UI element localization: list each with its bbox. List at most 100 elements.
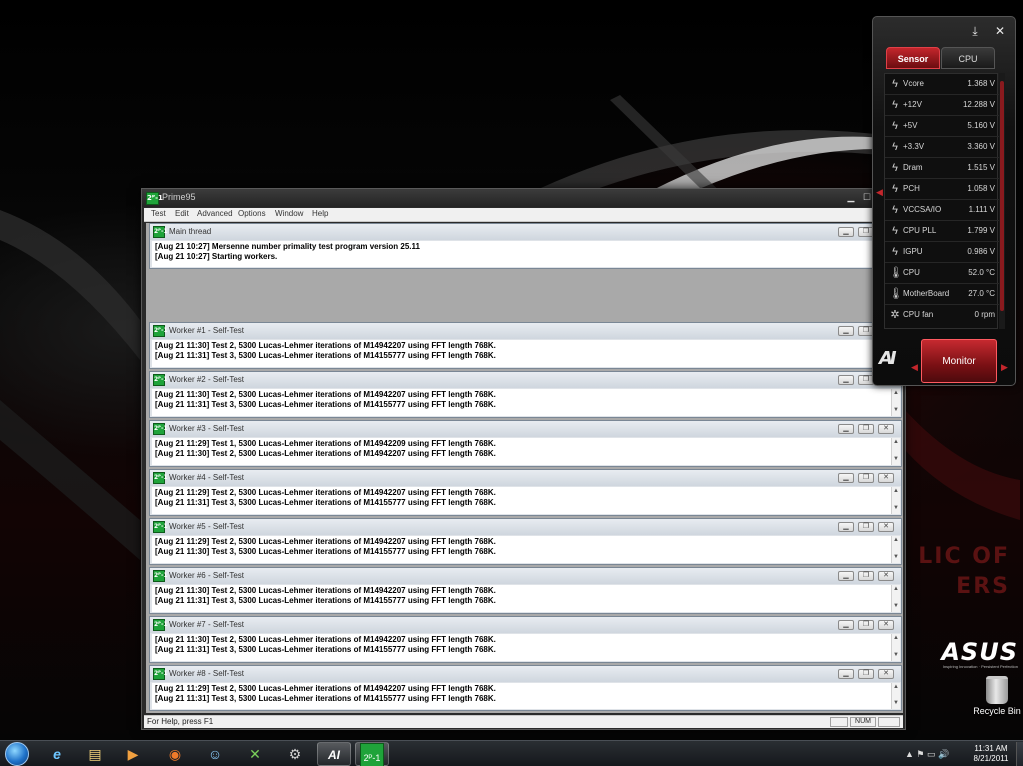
taskbar-prime95-icon[interactable]: 2ᴾ-1: [355, 742, 389, 766]
prime95-titlebar[interactable]: 2ᴾ-1 Prime95 ▁ ☐: [142, 189, 905, 207]
scroll-down-icon[interactable]: ▼: [892, 651, 900, 660]
child-close-button[interactable]: ✕: [878, 669, 894, 679]
child-close-button[interactable]: ✕: [878, 571, 894, 581]
sensor-row-cpu-pll[interactable]: ϟ CPU PLL 1.799 V: [885, 221, 999, 242]
child-titlebar[interactable]: 2ᴾ-1 Worker #1 - Self-Test ▁ ❐: [150, 323, 901, 339]
menu-edit[interactable]: Edit: [175, 209, 189, 218]
scroll-up-icon[interactable]: ▲: [892, 634, 900, 643]
taskbar-media-player-icon[interactable]: ▶: [116, 742, 150, 766]
scroll-up-icon[interactable]: ▲: [892, 585, 900, 594]
child-maximize-button[interactable]: ❐: [858, 669, 874, 679]
taskbar-explorer-icon[interactable]: ▤: [78, 742, 112, 766]
scroll-up-icon[interactable]: ▲: [892, 536, 900, 545]
scroll-up-icon[interactable]: ▲: [892, 683, 900, 692]
vertical-scrollbar[interactable]: ▲ ▼: [891, 536, 900, 563]
child-titlebar[interactable]: 2ᴾ-1 Worker #3 - Self-Test ▁ ❐ ✕: [150, 421, 901, 437]
worker-3-window: 2ᴾ-1 Worker #3 - Self-Test ▁ ❐ ✕ [Aug 21…: [149, 420, 902, 467]
child-minimize-button[interactable]: ▁: [838, 326, 854, 336]
system-tray[interactable]: ▲ ⚑ ▭ 🔊: [905, 745, 967, 763]
scroll-up-icon[interactable]: ▲: [892, 389, 900, 398]
sensor-scrollbar[interactable]: [999, 73, 1005, 329]
child-titlebar[interactable]: 2ᴾ-1 Worker #7 - Self-Test ▁ ❐ ✕: [150, 617, 901, 633]
next-arrow-icon[interactable]: ▶: [1001, 362, 1008, 373]
download-icon[interactable]: ⤓: [967, 23, 983, 39]
sensor-row-12v[interactable]: ϟ +12V 12.288 V: [885, 95, 999, 116]
start-button[interactable]: [5, 742, 29, 766]
sensor-row-cpu-temp[interactable]: 🌡 CPU 52.0 °C: [885, 263, 999, 284]
tab-cpu[interactable]: CPU: [941, 47, 995, 69]
prime95-window: 2ᴾ-1 Prime95 ▁ ☐ Test Edit Advanced Opti…: [141, 188, 906, 730]
child-minimize-button[interactable]: ▁: [838, 473, 854, 483]
ai-suite-logo: AI: [879, 348, 897, 369]
taskbar-steam-icon[interactable]: ⚙: [278, 742, 312, 766]
taskbar-clock[interactable]: 11:31 AM 8/21/2011: [968, 744, 1014, 764]
child-maximize-button[interactable]: ❐: [858, 571, 874, 581]
thermometer-icon: 🌡: [889, 267, 903, 279]
sensor-row-5v[interactable]: ϟ +5V 5.160 V: [885, 116, 999, 137]
sensor-row-pch[interactable]: ϟ PCH 1.058 V: [885, 179, 999, 200]
scroll-down-icon[interactable]: ▼: [892, 602, 900, 611]
scroll-down-icon[interactable]: ▼: [892, 553, 900, 562]
child-minimize-button[interactable]: ▁: [838, 375, 854, 385]
scroll-up-icon[interactable]: ▲: [892, 438, 900, 447]
sensor-row-dram[interactable]: ϟ Dram 1.515 V: [885, 158, 999, 179]
child-minimize-button[interactable]: ▁: [838, 227, 854, 237]
vertical-scrollbar[interactable]: ▲ ▼: [891, 389, 900, 416]
recycle-bin-shortcut[interactable]: Recycle Bin: [972, 676, 1022, 716]
vertical-scrollbar[interactable]: ▲ ▼: [891, 634, 900, 661]
child-maximize-button[interactable]: ❐: [858, 473, 874, 483]
child-maximize-button[interactable]: ❐: [858, 424, 874, 434]
sensor-row-vccsa[interactable]: ϟ VCCSA/IO 1.111 V: [885, 200, 999, 221]
close-icon[interactable]: ✕: [992, 23, 1008, 39]
sensor-row-cpu-fan[interactable]: ✲ CPU fan 0 rpm: [885, 305, 999, 326]
vertical-scrollbar[interactable]: ▲ ▼: [891, 438, 900, 465]
child-titlebar[interactable]: 2ᴾ-1 Worker #8 - Self-Test ▁ ❐ ✕: [150, 666, 901, 682]
menu-help[interactable]: Help: [312, 209, 328, 218]
child-minimize-button[interactable]: ▁: [838, 571, 854, 581]
taskbar-firefox-icon[interactable]: ◉: [158, 742, 192, 766]
taskbar-ie-icon[interactable]: e: [40, 742, 74, 766]
scroll-down-icon[interactable]: ▼: [892, 455, 900, 464]
taskbar-messenger-icon[interactable]: ☺: [198, 742, 232, 766]
scroll-down-icon[interactable]: ▼: [892, 406, 900, 415]
show-desktop-button[interactable]: [1016, 742, 1023, 766]
lightning-icon: ϟ: [892, 99, 898, 111]
vertical-scrollbar[interactable]: ▲ ▼: [891, 683, 900, 709]
child-maximize-button[interactable]: ❐: [858, 620, 874, 630]
sensor-row-motherboard-temp[interactable]: 🌡 MotherBoard 27.0 °C: [885, 284, 999, 305]
child-close-button[interactable]: ✕: [878, 620, 894, 630]
sensor-row-vcore[interactable]: ϟ Vcore 1.368 V: [885, 74, 999, 95]
child-titlebar[interactable]: 2ᴾ-1 Worker #5 - Self-Test ▁ ❐ ✕: [150, 519, 901, 535]
menu-window[interactable]: Window: [275, 209, 303, 218]
menu-options[interactable]: Options: [238, 209, 266, 218]
menu-test[interactable]: Test: [151, 209, 166, 218]
child-minimize-button[interactable]: ▁: [838, 669, 854, 679]
child-titlebar[interactable]: 2ᴾ-1 Worker #4 - Self-Test ▁ ❐ ✕: [150, 470, 901, 486]
taskbar-ai-suite-icon[interactable]: AI: [317, 742, 351, 766]
child-close-button[interactable]: ✕: [878, 424, 894, 434]
vertical-scrollbar[interactable]: ▲ ▼: [891, 585, 900, 612]
child-titlebar[interactable]: 2ᴾ-1 Main thread ▁ ❐: [150, 224, 901, 240]
child-close-button[interactable]: ✕: [878, 473, 894, 483]
child-maximize-button[interactable]: ❐: [858, 522, 874, 532]
scroll-down-icon[interactable]: ▼: [892, 699, 900, 708]
previous-arrow-icon[interactable]: ◀: [911, 362, 918, 373]
child-titlebar[interactable]: 2ᴾ-1 Worker #2 - Self-Test ▁ ❐: [150, 372, 901, 388]
vertical-scrollbar[interactable]: ▲ ▼: [891, 487, 900, 514]
monitor-button[interactable]: Monitor: [921, 339, 997, 383]
menu-advanced[interactable]: Advanced: [197, 209, 233, 218]
child-title: Worker #2 - Self-Test: [169, 375, 244, 384]
child-minimize-button[interactable]: ▁: [838, 522, 854, 532]
sensor-scroll-thumb[interactable]: [1000, 81, 1004, 311]
sensor-row-3v3[interactable]: ϟ +3.3V 3.360 V: [885, 137, 999, 158]
child-titlebar[interactable]: 2ᴾ-1 Worker #6 - Self-Test ▁ ❐ ✕: [150, 568, 901, 584]
tab-sensor[interactable]: Sensor: [886, 47, 940, 69]
scroll-down-icon[interactable]: ▼: [892, 504, 900, 513]
child-minimize-button[interactable]: ▁: [838, 620, 854, 630]
scroll-up-icon[interactable]: ▲: [892, 487, 900, 496]
taskbar-xbox-icon[interactable]: ✕: [238, 742, 272, 766]
child-minimize-button[interactable]: ▁: [838, 424, 854, 434]
child-close-button[interactable]: ✕: [878, 522, 894, 532]
sensor-row-igpu[interactable]: ϟ IGPU 0.986 V: [885, 242, 999, 263]
collapse-arrow-icon[interactable]: ◀: [876, 187, 883, 198]
